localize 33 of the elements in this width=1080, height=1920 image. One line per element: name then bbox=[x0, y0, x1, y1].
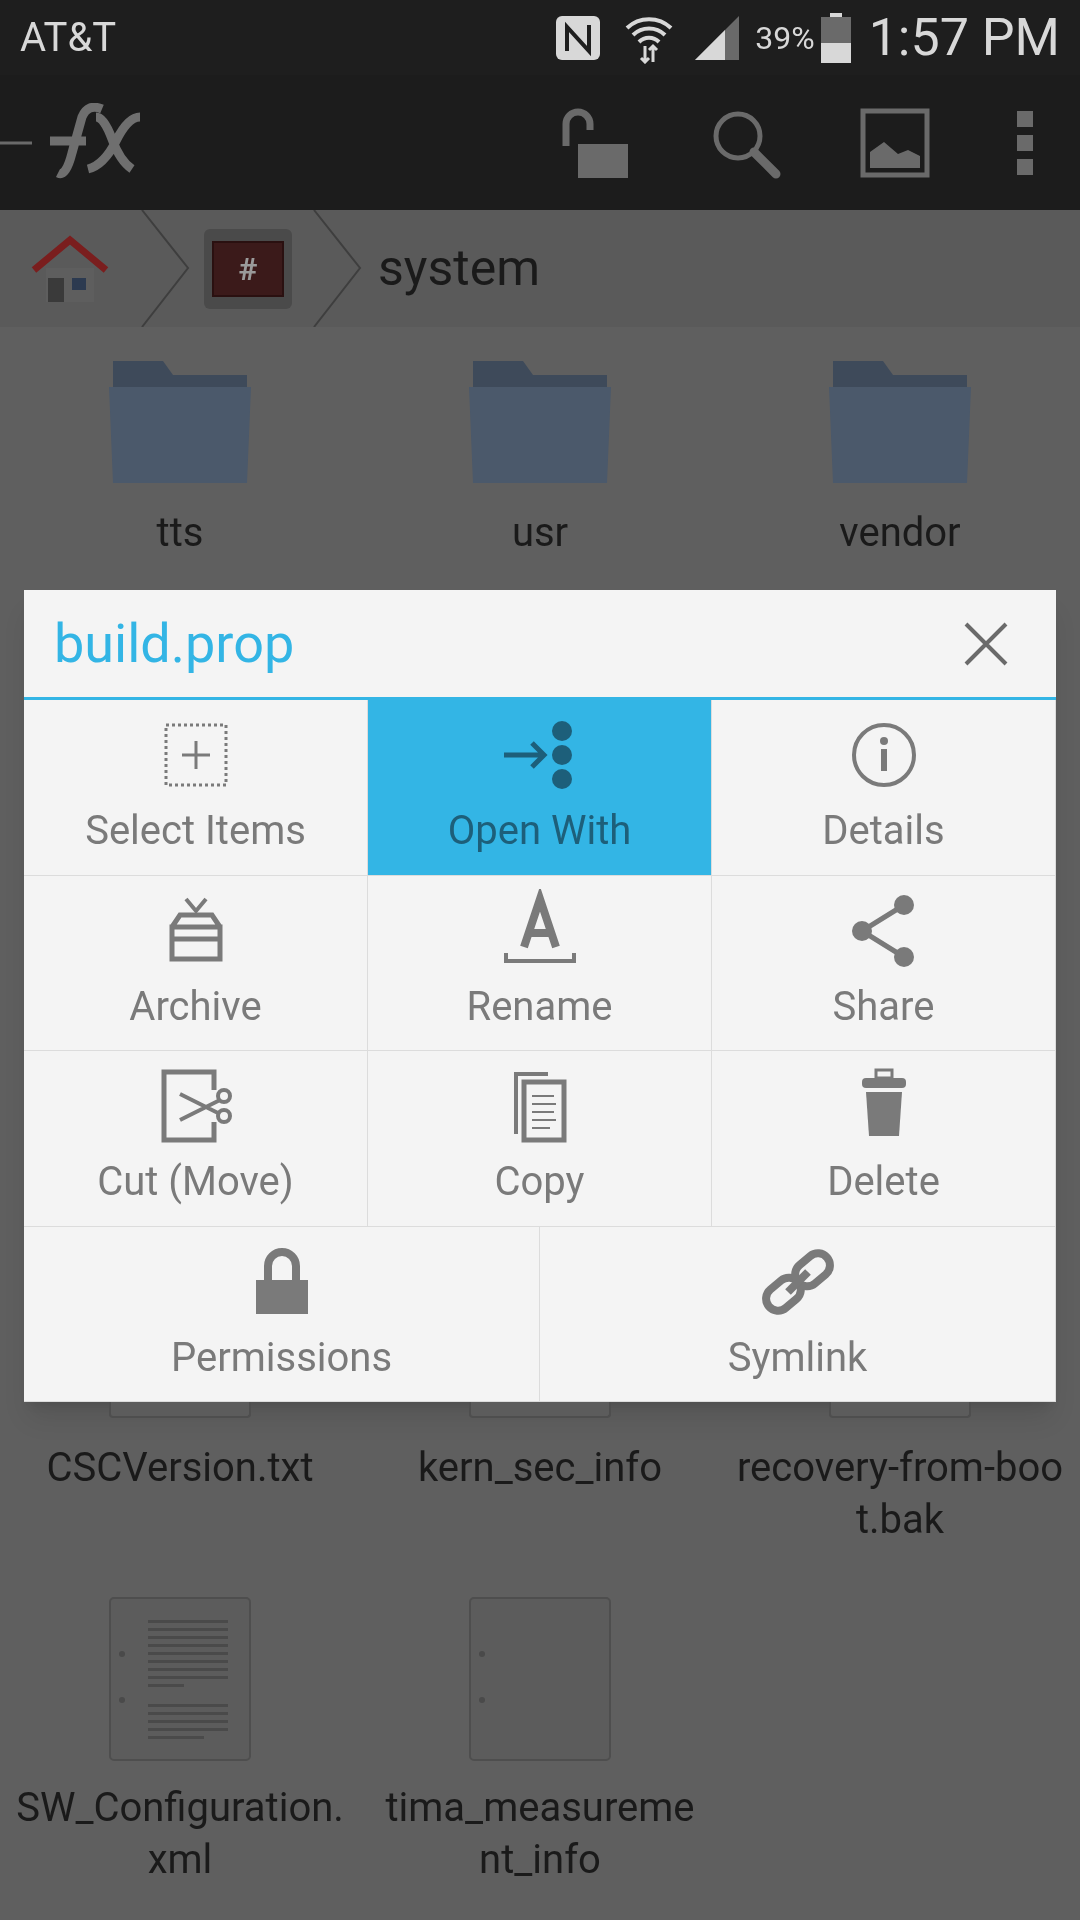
chevron-icon bbox=[140, 210, 190, 327]
action-tile[interactable]: Details bbox=[712, 700, 1056, 876]
action-tile[interactable]: Share bbox=[712, 875, 1056, 1051]
action-tile[interactable]: Delete bbox=[712, 1051, 1056, 1227]
action-tile[interactable]: Open With bbox=[368, 700, 712, 876]
battery-percent: 39% bbox=[755, 17, 815, 59]
file-name: recovery-from-boot.bak bbox=[735, 1443, 1065, 1545]
root-crumb[interactable]: # bbox=[204, 228, 292, 309]
file-name: tima_measurement_info bbox=[384, 1783, 696, 1885]
battery-icon bbox=[820, 12, 851, 63]
carrier-name: AT&T bbox=[20, 12, 117, 63]
action-tile[interactable]: Archive bbox=[24, 875, 368, 1051]
file-name: kern_sec_info bbox=[416, 1443, 664, 1493]
action-tile[interactable]: Rename bbox=[368, 875, 712, 1051]
menu-icon bbox=[1017, 110, 1033, 175]
action-tile[interactable]: Cut (Move) bbox=[24, 1051, 368, 1227]
clock-time: 1:57 PM bbox=[868, 5, 1060, 70]
file-name: vendor bbox=[838, 508, 962, 558]
file-name: CSCVersion.txt bbox=[45, 1443, 315, 1493]
image-icon bbox=[860, 107, 930, 178]
action-tile[interactable]: Symlink bbox=[540, 1226, 1056, 1402]
dialog-title: build.prop bbox=[54, 611, 296, 677]
file-name: SW_Configuration.xml bbox=[15, 1783, 345, 1885]
file-name: tts bbox=[155, 508, 205, 558]
action-tile[interactable]: Copy bbox=[368, 1051, 712, 1227]
action-tile[interactable]: Select Items bbox=[24, 700, 368, 876]
nfc-icon bbox=[555, 14, 602, 61]
action-tile[interactable]: Permissions bbox=[24, 1226, 540, 1402]
file-name: usr bbox=[510, 508, 570, 558]
chevron-icon bbox=[312, 210, 362, 327]
current-folder[interactable]: system bbox=[378, 231, 540, 306]
home-icon bbox=[30, 233, 110, 304]
root-badge: # bbox=[212, 240, 284, 297]
